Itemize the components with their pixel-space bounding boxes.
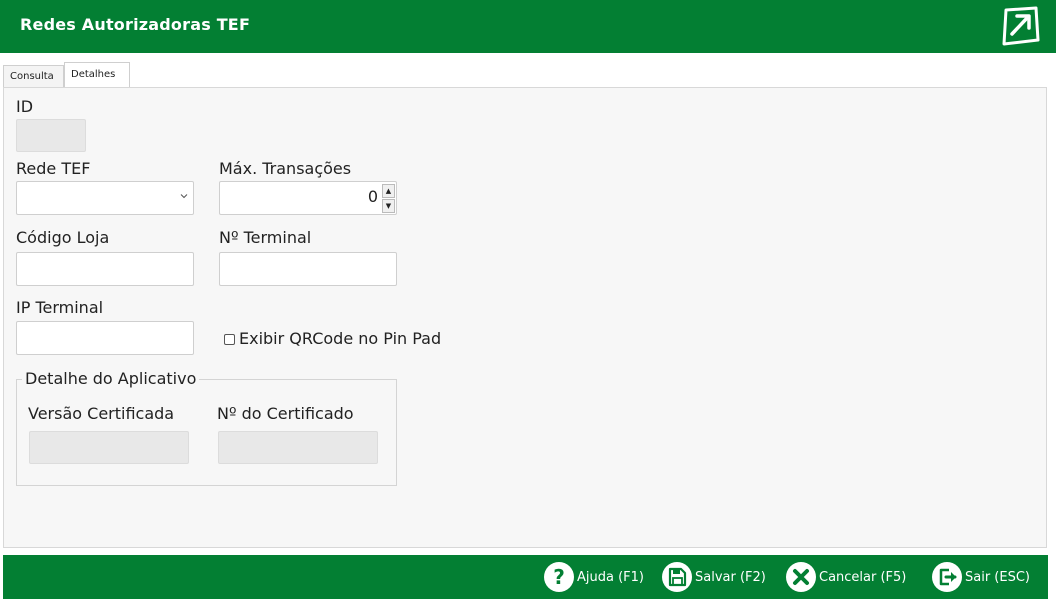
help-button[interactable]: ? Ajuda (F1): [544, 561, 644, 593]
qrcode-label[interactable]: Exibir QRCode no Pin Pad: [239, 329, 441, 348]
save-button[interactable]: Salvar (F2): [662, 561, 766, 593]
close-icon: [786, 562, 816, 592]
app-detail-legend: Detalhe do Aplicativo: [22, 369, 200, 388]
decrement-button[interactable]: ▼: [382, 199, 395, 213]
exit-button[interactable]: Sair (ESC): [932, 561, 1030, 593]
ip-terminal-input[interactable]: [16, 321, 194, 355]
id-label: ID: [16, 97, 34, 116]
help-label: Ajuda (F1): [577, 569, 644, 585]
ip-terminal-label: IP Terminal: [16, 298, 104, 317]
exit-label: Sair (ESC): [965, 569, 1030, 585]
n-certificado-field: [218, 431, 378, 464]
max-transacoes-value: 0: [367, 187, 378, 206]
qrcode-checkbox[interactable]: [224, 334, 235, 345]
chevron-down-icon: [180, 194, 188, 199]
n-terminal-input[interactable]: [219, 252, 397, 286]
title-bar: Redes Autorizadoras TEF: [0, 0, 1056, 53]
external-link-icon[interactable]: [1000, 4, 1044, 48]
n-certificado-label: Nº do Certificado: [217, 404, 354, 423]
logout-icon: [932, 562, 962, 592]
max-transacoes-label: Máx. Transações: [219, 159, 352, 178]
footer-bar: ? Ajuda (F1) Salvar (F2) Cancelar (F5) S…: [3, 555, 1048, 599]
codigo-loja-input[interactable]: [16, 252, 194, 286]
increment-button[interactable]: ▲: [382, 184, 395, 198]
n-terminal-label: Nº Terminal: [219, 228, 312, 247]
tab-consulta[interactable]: Consulta: [3, 65, 64, 87]
codigo-loja-label: Código Loja: [16, 228, 110, 247]
save-label: Salvar (F2): [695, 569, 766, 585]
id-field: [16, 119, 86, 152]
cancel-label: Cancelar (F5): [819, 569, 907, 585]
rede-tef-select[interactable]: [16, 181, 194, 215]
help-icon: ?: [544, 562, 574, 592]
window-title: Redes Autorizadoras TEF: [20, 15, 251, 34]
rede-tef-label: Rede TEF: [16, 159, 91, 178]
max-transacoes-stepper[interactable]: 0 ▲ ▼: [219, 181, 397, 215]
svg-text:?: ?: [553, 565, 565, 589]
cancel-button[interactable]: Cancelar (F5): [786, 561, 906, 593]
save-icon: [662, 562, 692, 592]
versao-certificada-label: Versão Certificada: [28, 404, 175, 423]
tab-detalhes[interactable]: Detalhes: [64, 62, 130, 88]
versao-certificada-field: [29, 431, 189, 464]
